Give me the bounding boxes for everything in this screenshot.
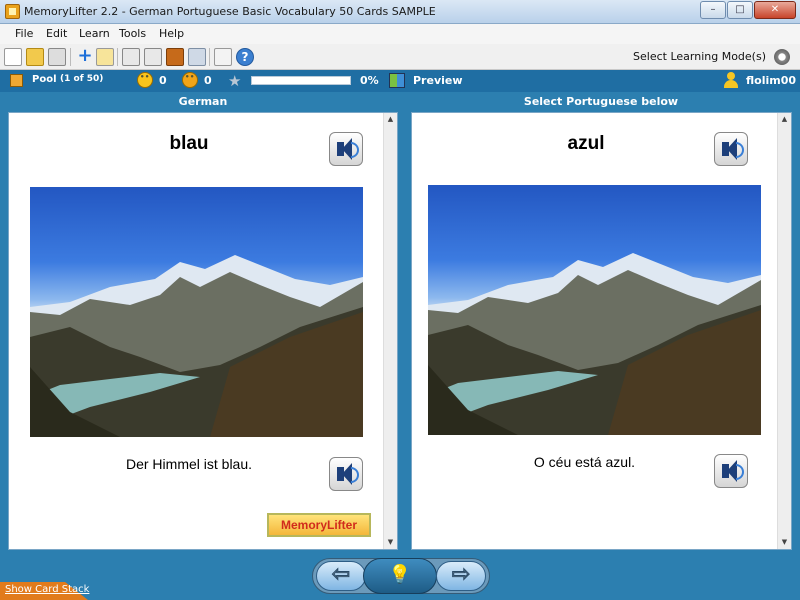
app-icon bbox=[5, 4, 20, 19]
menu-learn[interactable]: Learn bbox=[79, 27, 110, 40]
learning-mode-label[interactable]: Select Learning Mode(s) bbox=[633, 50, 766, 63]
close-button[interactable]: ✕ bbox=[754, 1, 796, 19]
new-document-icon[interactable] bbox=[4, 48, 22, 66]
question-word: blau bbox=[169, 133, 209, 154]
memorylifter-logo: MemoryLifter bbox=[267, 513, 371, 537]
scroll-down-arrow[interactable]: ▼ bbox=[778, 536, 791, 549]
window-controls: – □ ✕ bbox=[700, 1, 796, 19]
presentation-icon[interactable] bbox=[122, 48, 140, 66]
speaker-icon bbox=[722, 460, 737, 482]
answer-sentence: O céu está azul. bbox=[533, 454, 636, 470]
menu-bar: File Edit Learn Tools Help bbox=[0, 24, 800, 44]
bad-count: 0 bbox=[204, 74, 212, 87]
mountain-landscape bbox=[428, 253, 761, 435]
card-image bbox=[428, 185, 761, 435]
menu-tools[interactable]: Tools bbox=[119, 27, 146, 40]
sound-wave-icon bbox=[351, 467, 359, 483]
open-folder-icon[interactable] bbox=[26, 48, 44, 66]
sound-wave-icon bbox=[351, 142, 359, 158]
show-card-stack-link[interactable]: Show Card Stack bbox=[5, 584, 89, 595]
menu-edit[interactable]: Edit bbox=[46, 27, 67, 40]
scroll-down-arrow[interactable]: ▼ bbox=[384, 536, 397, 549]
toolbar-separator bbox=[117, 48, 118, 66]
speaker-icon bbox=[337, 463, 352, 485]
answer-card-pane: azul O céu está azul. ▲ ▼ bbox=[411, 112, 792, 550]
help-icon[interactable]: ? bbox=[236, 48, 254, 66]
question-card-pane: blau Der Himmel ist blau. MemoryLifter ▲… bbox=[8, 112, 398, 550]
speaker-icon bbox=[337, 138, 352, 160]
sound-wave-icon bbox=[736, 142, 744, 158]
progress-percent: 0% bbox=[360, 74, 379, 87]
print-icon[interactable] bbox=[48, 48, 66, 66]
toolbar-separator bbox=[209, 48, 210, 66]
status-bar: Pool (1 of 50) 0 0 ★ 0% Preview flolim00 bbox=[0, 70, 800, 92]
minimize-button[interactable]: – bbox=[700, 1, 726, 19]
happy-smiley-icon bbox=[137, 72, 153, 88]
tools-icon[interactable] bbox=[188, 48, 206, 66]
progress-bar bbox=[251, 76, 351, 85]
preview-label[interactable]: Preview bbox=[413, 74, 463, 87]
title-bar: MemoryLifter 2.2 - German Portuguese Bas… bbox=[0, 0, 800, 24]
question-scrollbar[interactable]: ▲ ▼ bbox=[383, 113, 397, 549]
menu-file[interactable]: File bbox=[15, 27, 33, 40]
previous-card-button[interactable]: ⇦ bbox=[316, 561, 366, 591]
play-sentence-audio-button[interactable] bbox=[714, 454, 748, 488]
window-title: MemoryLifter 2.2 - German Portuguese Bas… bbox=[24, 5, 436, 18]
play-word-audio-button[interactable] bbox=[329, 132, 363, 166]
play-sentence-audio-button[interactable] bbox=[329, 457, 363, 491]
card-image bbox=[30, 187, 363, 437]
good-count: 0 bbox=[159, 74, 167, 87]
answer-scrollbar[interactable]: ▲ ▼ bbox=[777, 113, 791, 549]
scroll-up-arrow[interactable]: ▲ bbox=[384, 113, 397, 126]
pool-icon bbox=[10, 74, 23, 87]
question-sentence: Der Himmel ist blau. bbox=[125, 456, 253, 472]
play-word-audio-button[interactable] bbox=[714, 132, 748, 166]
user-name: flolim00 bbox=[746, 74, 797, 87]
hint-lightbulb-button[interactable]: 💡 bbox=[363, 558, 437, 594]
sad-smiley-icon bbox=[182, 72, 198, 88]
maximize-button[interactable]: □ bbox=[727, 1, 753, 19]
sound-wave-icon bbox=[736, 464, 744, 480]
question-column-header: German bbox=[178, 95, 228, 108]
lock-icon[interactable] bbox=[214, 48, 232, 66]
mountain-landscape bbox=[30, 255, 363, 437]
gear-icon[interactable] bbox=[774, 49, 790, 65]
user-icon bbox=[724, 72, 738, 89]
pool-label: Pool bbox=[32, 74, 57, 85]
book-icon[interactable] bbox=[166, 48, 184, 66]
preview-icon[interactable] bbox=[389, 73, 405, 88]
edit-card-icon[interactable] bbox=[96, 48, 114, 66]
pool-count: (1 of 50) bbox=[60, 74, 104, 84]
answer-word: azul bbox=[567, 133, 605, 154]
scroll-up-arrow[interactable]: ▲ bbox=[778, 113, 791, 126]
bottom-navigation: ⇦ 💡 ⇨ bbox=[0, 550, 800, 600]
speaker-icon bbox=[722, 138, 737, 160]
next-card-button[interactable]: ⇨ bbox=[436, 561, 486, 591]
stop-icon[interactable] bbox=[144, 48, 162, 66]
toolbar-separator bbox=[70, 48, 71, 66]
menu-help[interactable]: Help bbox=[159, 27, 184, 40]
toolbar: + ? Select Learning Mode(s) bbox=[0, 44, 800, 70]
add-card-icon[interactable]: + bbox=[76, 47, 94, 66]
answer-column-header: Select Portuguese below bbox=[523, 95, 679, 108]
star-icon: ★ bbox=[228, 72, 242, 90]
